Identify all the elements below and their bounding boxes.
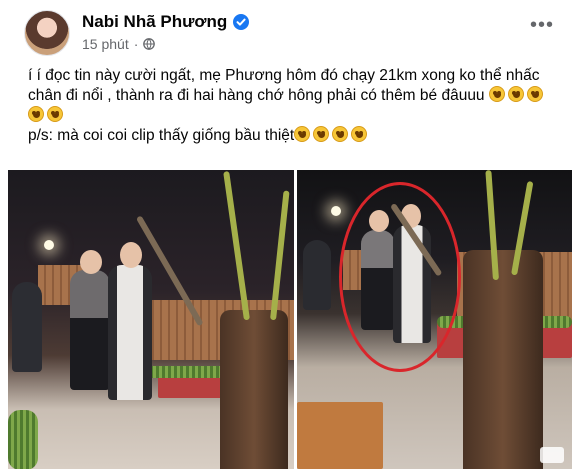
laughing-face-icon xyxy=(294,126,311,142)
avatar[interactable] xyxy=(24,10,70,56)
verified-badge-icon xyxy=(233,14,250,30)
emoji-group-2 xyxy=(294,126,370,144)
wooden-step xyxy=(297,402,383,469)
person-head xyxy=(120,242,142,268)
lamp-light xyxy=(44,240,54,250)
laughing-face-icon xyxy=(313,126,330,142)
post-text-line2: p/s: mà coi coi clip thấy giống bầu thiệ… xyxy=(28,126,563,146)
laughing-face-icon xyxy=(332,126,349,142)
laughing-face-icon xyxy=(351,126,368,142)
post-body: í í đọc tin này cười ngất, mẹ Phương hôm… xyxy=(28,66,563,146)
person-background xyxy=(12,282,42,372)
laughing-face-icon xyxy=(47,106,63,122)
post-text-line1: í í đọc tin này cười ngất, mẹ Phương hôm… xyxy=(28,66,563,126)
globe-icon[interactable] xyxy=(143,38,156,50)
person-man xyxy=(108,265,152,400)
expand-icon[interactable] xyxy=(540,447,564,463)
post-header: Nabi Nhã Phương 15 phút · ••• xyxy=(0,0,580,62)
lamp-light xyxy=(331,206,341,216)
post-text-ps: p/s: mà coi coi clip thấy giống bầu thiệ… xyxy=(28,127,295,144)
author-name[interactable]: Nabi Nhã Phương xyxy=(82,12,227,32)
laughing-face-icon xyxy=(488,86,505,102)
photo-grid xyxy=(8,170,572,469)
post-time[interactable]: 15 phút xyxy=(82,36,129,52)
person-head xyxy=(80,250,102,274)
tree-trunk xyxy=(220,310,288,469)
plant-bush xyxy=(8,410,38,469)
laughing-face-icon xyxy=(526,86,543,102)
post-text-main: í í đọc tin này cười ngất, mẹ Phương hôm… xyxy=(28,67,540,104)
person-woman xyxy=(70,270,110,390)
fern-stalk xyxy=(223,171,250,321)
photo-right[interactable] xyxy=(297,170,572,469)
photo-left[interactable] xyxy=(8,170,294,469)
laughing-face-icon xyxy=(507,86,524,102)
more-options-icon[interactable]: ••• xyxy=(530,15,554,35)
laughing-face-icon xyxy=(28,106,44,122)
tree-trunk xyxy=(463,250,543,469)
author-row: Nabi Nhã Phương xyxy=(82,12,250,32)
meta-separator: · xyxy=(133,36,139,52)
post-meta: 15 phút · xyxy=(82,36,156,52)
person-background xyxy=(303,240,331,310)
